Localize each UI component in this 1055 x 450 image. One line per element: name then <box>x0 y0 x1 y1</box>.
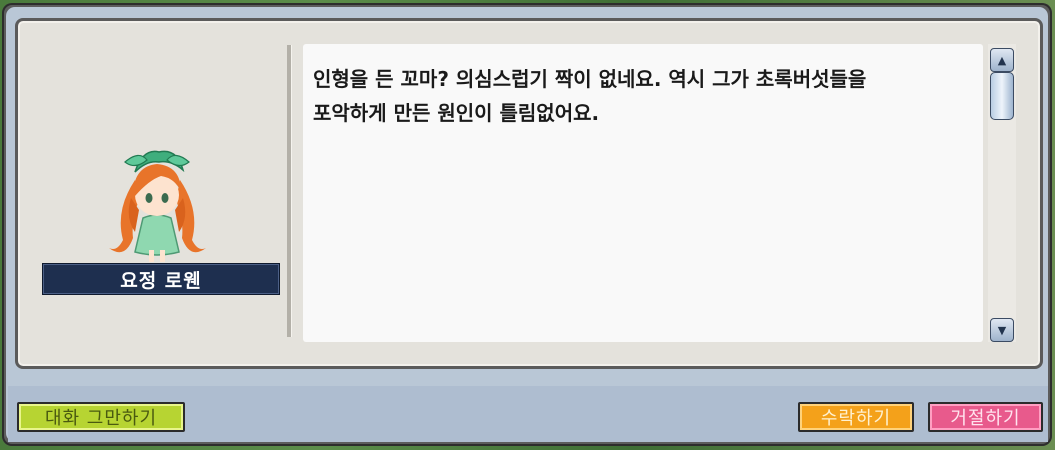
end-chat-button[interactable]: 대화 그만하기 <box>17 402 185 432</box>
scrollbar-thumb[interactable] <box>990 72 1014 120</box>
scroll-down-arrow-icon[interactable]: ▼ <box>990 318 1014 342</box>
accept-button[interactable]: 수락하기 <box>798 402 914 432</box>
scroll-up-arrow-icon[interactable]: ▲ <box>990 48 1014 72</box>
decline-button[interactable]: 거절하기 <box>928 402 1043 432</box>
dialog-message: 인형을 든 꼬마? 의심스럽기 짝이 없네요. 역시 그가 초록버섯들을 포악하… <box>313 67 867 125</box>
npc-portrait <box>109 150 206 262</box>
npc-name-plate: 요정 로웬 <box>42 263 280 295</box>
panel-divider <box>287 45 292 337</box>
